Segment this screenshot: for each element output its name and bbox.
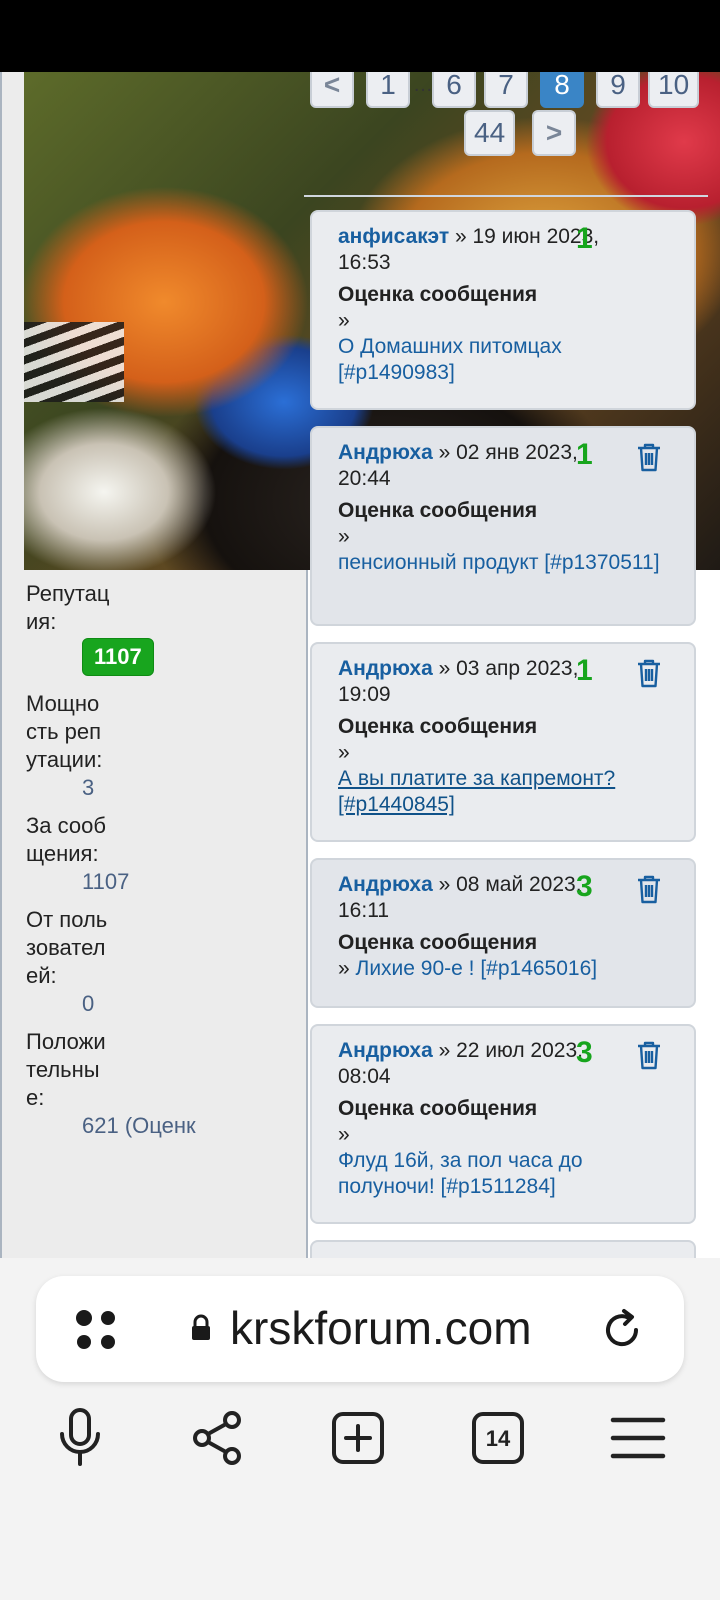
new-tab-button[interactable] (318, 1398, 398, 1478)
for-posts-value[interactable]: 1107 (82, 868, 306, 896)
notice-post-link[interactable]: Флуд 16й, за пол часа до полуночи! [#p15… (338, 1148, 670, 1200)
notice-prefix: » (338, 741, 350, 764)
trash-icon[interactable] (636, 442, 662, 472)
notice-prefix: » (338, 309, 350, 332)
browser-menu-button[interactable] (598, 1398, 678, 1478)
add-tab-icon (332, 1412, 384, 1464)
page-44-button[interactable]: 44 (464, 110, 516, 156)
reputation-badge: 1107 (82, 638, 154, 676)
notice-prefix: » (338, 957, 350, 980)
notice-prefix: » (338, 525, 350, 548)
url-text[interactable]: krskforum.com (230, 1298, 532, 1358)
page-6-button[interactable]: 6 (432, 72, 476, 108)
for-posts-label: За сообщения: (26, 813, 106, 866)
reputation-notice: Андрюха » 08 май 2023, 16:11 3 Оценка со… (310, 858, 696, 1008)
page-10-button[interactable]: 10 (648, 72, 700, 108)
notice-points: 3 (576, 870, 593, 903)
notice-header: Андрюха » 03 апр 2023, 19:09 (338, 656, 608, 708)
reputation-list: < 1 … 6 7 8 9 10 44 > анфисакэт » 19 июн… (304, 72, 720, 1258)
notice-author-link[interactable]: Андрюха (338, 657, 433, 680)
reputation-notice: Андрюха » 03 апр 2023, 19:09 1 Оценка со… (310, 642, 696, 842)
notice-title: Оценка сообщения (338, 1097, 538, 1120)
tabs-icon: 14 (472, 1412, 524, 1464)
page-8-current[interactable]: 8 (540, 72, 584, 108)
notice-author-link[interactable]: Андрюха (338, 441, 433, 464)
trash-icon[interactable] (636, 874, 662, 904)
avatar-detail (24, 322, 124, 402)
next-page-button[interactable]: > (532, 110, 576, 156)
reputation-label: Репутация: (26, 581, 110, 634)
notice-post-link[interactable]: пенсионный продукт [#p1370511] (338, 550, 670, 576)
apps-menu-icon[interactable] (72, 1306, 120, 1354)
share-button[interactable] (178, 1398, 258, 1478)
notice-header: Андрюха » 08 май 2023, 16:11 (338, 872, 608, 924)
notice-post-link[interactable]: О Домашних питомцах [#p1490983] (338, 334, 670, 386)
notice-author-link[interactable]: Андрюха (338, 873, 433, 896)
reputation-notice: Андрюха » 22 июл 2023, 08:04 3 Оценка со… (310, 1024, 696, 1224)
notice-header: Андрюха » 02 янв 2023, 20:44 (338, 440, 608, 492)
notice-author-link[interactable]: анфисакэт (338, 225, 449, 248)
notice-header: анфисакэт » 19 июн 2023, 16:53 (338, 224, 608, 276)
hamburger-menu-icon (610, 1417, 666, 1459)
reload-icon[interactable] (598, 1306, 646, 1354)
notice-prefix: » (338, 1123, 350, 1146)
from-users-value[interactable]: 0 (82, 990, 306, 1018)
pager-divider (304, 195, 708, 197)
reputation-notice (310, 1240, 696, 1258)
trash-icon[interactable] (636, 658, 662, 688)
notice-title: Оценка сообщения (338, 715, 538, 738)
share-icon (193, 1411, 241, 1465)
page-1-button[interactable]: 1 (366, 72, 410, 108)
notice-title: Оценка сообщения (338, 283, 538, 306)
pagination: < 1 … 6 7 8 9 10 44 > (304, 72, 710, 197)
notice-post-link[interactable]: А вы платите за капремонт? [#p1440845] (338, 766, 670, 818)
reputation-stats: Репутация: 1107 Мощность репутации: 3 За… (26, 570, 306, 1140)
tabs-switcher-button[interactable]: 14 (458, 1398, 538, 1478)
prev-page-button[interactable]: < (310, 72, 354, 108)
reputation-power-label: Мощность репутации: (26, 691, 103, 772)
notice-points: 1 (576, 438, 593, 471)
trash-icon[interactable] (636, 1040, 662, 1070)
positive-label: Положительные: (26, 1029, 106, 1110)
reputation-notice: анфисакэт » 19 июн 2023, 16:53 1 Оценка … (310, 210, 696, 410)
page-9-button[interactable]: 9 (596, 72, 640, 108)
microphone-icon (60, 1408, 100, 1466)
browser-bottom-bar: krskforum.com 14 (0, 1258, 720, 1600)
address-bar[interactable]: krskforum.com (36, 1276, 684, 1382)
page-7-button[interactable]: 7 (484, 72, 528, 108)
notice-author-link[interactable]: Андрюха (338, 1039, 433, 1062)
notice-points: 3 (576, 1036, 593, 1069)
notice-title: Оценка сообщения (338, 499, 538, 522)
lock-icon (192, 1314, 210, 1340)
notice-points: 1 (576, 222, 593, 255)
voice-search-button[interactable] (40, 1398, 120, 1478)
notice-title: Оценка сообщения (338, 931, 538, 954)
from-users-label: От пользователей: (26, 907, 108, 988)
notice-points: 1 (576, 654, 593, 687)
page-ellipsis: … (413, 74, 433, 96)
page-viewport[interactable]: Репутация: 1107 Мощность репутации: 3 За… (0, 72, 720, 1258)
positive-value[interactable]: 621 (Оценк (82, 1112, 306, 1140)
reputation-power-value[interactable]: 3 (82, 774, 306, 802)
browser-toolbar: 14 (0, 1386, 720, 1496)
tab-count: 14 (486, 1426, 511, 1451)
reputation-notice: Андрюха » 02 янв 2023, 20:44 1 Оценка со… (310, 426, 696, 626)
notice-post-link[interactable]: Лихие 90-е ! [#p1465016] (356, 957, 598, 980)
status-bar (0, 0, 720, 72)
notice-header: Андрюха » 22 июл 2023, 08:04 (338, 1038, 608, 1090)
